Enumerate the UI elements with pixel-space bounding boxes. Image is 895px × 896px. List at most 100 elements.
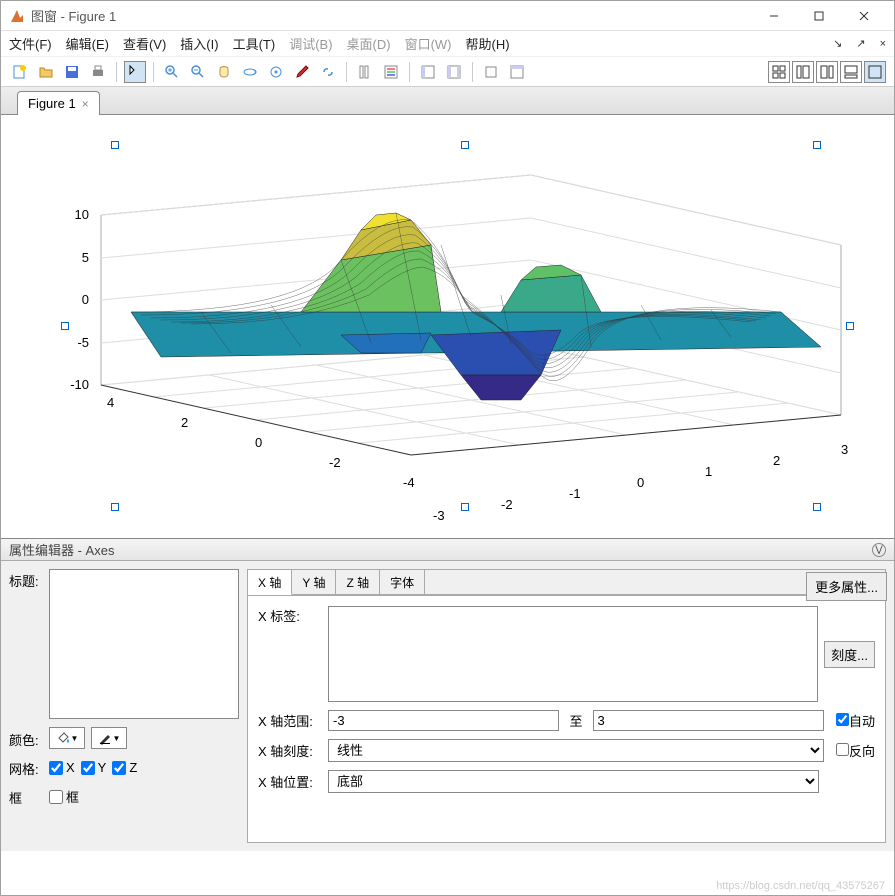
pen-icon xyxy=(98,731,112,745)
x-tick: -3 xyxy=(433,508,445,523)
insert-colorbar-button[interactable] xyxy=(354,61,376,83)
figure-tab-bar: Figure 1 × xyxy=(1,87,894,115)
grid-label: 网格: xyxy=(9,757,43,778)
menu-view[interactable]: 查看(V) xyxy=(123,34,166,53)
menu-help[interactable]: 帮助(H) xyxy=(466,34,510,53)
y-tick: 4 xyxy=(107,395,114,410)
menu-window[interactable]: 窗口(W) xyxy=(405,34,452,53)
x-tick: -1 xyxy=(569,486,581,501)
dock-button[interactable] xyxy=(506,61,528,83)
property-editor-panel: 标题: 颜色: ▼ ▼ 网格: X Y Z 框 框 更多属性... xyxy=(1,561,894,851)
x-location-label: X 轴位置: xyxy=(258,772,322,791)
dock-out-icon[interactable]: ↗ xyxy=(856,37,865,50)
close-button[interactable] xyxy=(841,1,886,31)
y-tick: 0 xyxy=(255,435,262,450)
plot-area[interactable]: 10 5 0 -5 -10 4 2 0 -2 -4 -3 -2 -1 0 1 2… xyxy=(1,115,894,539)
paint-bucket-icon xyxy=(56,731,70,745)
z-tick: 5 xyxy=(82,250,89,265)
tab-y-axis[interactable]: Y 轴 xyxy=(292,570,336,595)
layout-bottom-button[interactable] xyxy=(840,61,862,83)
x-scale-label: X 轴刻度: xyxy=(258,741,322,760)
menu-insert[interactable]: 插入(I) xyxy=(180,34,218,53)
property-editor-header: 属性编辑器 - Axes ⋁ xyxy=(1,539,894,561)
zoom-in-button[interactable] xyxy=(161,61,183,83)
x-location-select[interactable]: 底部 xyxy=(328,770,819,793)
maximize-button[interactable] xyxy=(796,1,841,31)
print-button[interactable] xyxy=(87,61,109,83)
tab-z-axis[interactable]: Z 轴 xyxy=(336,570,380,595)
new-figure-button[interactable] xyxy=(9,61,31,83)
box-label: 框 xyxy=(9,786,43,807)
box-checkbox[interactable]: 框 xyxy=(49,787,79,806)
x-tick: 3 xyxy=(841,442,848,457)
x-tick: 1 xyxy=(705,464,712,479)
menu-tools[interactable]: 工具(T) xyxy=(233,34,276,53)
menu-file[interactable]: 文件(F) xyxy=(9,34,52,53)
show-plot-tools-button[interactable] xyxy=(443,61,465,83)
x-scale-select[interactable]: 线性 xyxy=(328,739,824,762)
menu-edit[interactable]: 编辑(E) xyxy=(66,34,109,53)
dock-in-icon[interactable]: ↘ xyxy=(833,37,842,50)
grid-x-checkbox[interactable]: X xyxy=(49,760,75,775)
pan-button[interactable] xyxy=(213,61,235,83)
x-auto-checkbox[interactable]: 自动 xyxy=(836,711,875,730)
zoom-out-button[interactable] xyxy=(187,61,209,83)
window-titlebar: 图窗 - Figure 1 xyxy=(1,1,894,31)
link-button[interactable] xyxy=(317,61,339,83)
toolbar xyxy=(1,57,894,87)
fill-color-button[interactable]: ▼ xyxy=(49,727,85,749)
color-label: 颜色: xyxy=(9,728,43,749)
ticks-button[interactable]: 刻度... xyxy=(824,641,875,668)
menu-desktop[interactable]: 桌面(D) xyxy=(347,34,391,53)
y-tick: 2 xyxy=(181,415,188,430)
rotate-3d-button[interactable] xyxy=(239,61,261,83)
z-tick: 0 xyxy=(82,292,89,307)
x-range-min-input[interactable] xyxy=(328,710,559,731)
range-to-label: 至 xyxy=(565,711,586,730)
insert-legend-button[interactable] xyxy=(380,61,402,83)
axes-basic-properties: 标题: 颜色: ▼ ▼ 网格: X Y Z 框 框 xyxy=(9,569,239,843)
menu-debug[interactable]: 调试(B) xyxy=(289,34,332,53)
y-tick: -2 xyxy=(329,455,341,470)
grid-z-checkbox[interactable]: Z xyxy=(112,760,137,775)
title-label: 标题: xyxy=(9,569,43,590)
title-input[interactable] xyxy=(49,569,239,719)
x-range-label: X 轴范围: xyxy=(258,711,322,730)
grid-y-checkbox[interactable]: Y xyxy=(81,760,107,775)
z-tick: -10 xyxy=(70,377,89,392)
tab-x-axis[interactable]: X 轴 xyxy=(248,570,292,595)
brush-button[interactable] xyxy=(291,61,313,83)
x-tick: -2 xyxy=(501,497,513,512)
window-title: 图窗 - Figure 1 xyxy=(31,6,751,25)
layout-right-button[interactable] xyxy=(816,61,838,83)
toggle-button-1[interactable] xyxy=(480,61,502,83)
layout-left-button[interactable] xyxy=(792,61,814,83)
x-tick: 2 xyxy=(773,453,780,468)
edit-plot-button[interactable] xyxy=(124,61,146,83)
data-cursor-button[interactable] xyxy=(265,61,287,83)
collapse-icon[interactable]: ⋁ xyxy=(872,543,886,557)
x-range-max-input[interactable] xyxy=(593,710,824,731)
open-button[interactable] xyxy=(35,61,57,83)
x-reverse-checkbox[interactable]: 反向 xyxy=(836,741,875,760)
layout-single-button[interactable] xyxy=(864,61,886,83)
close-panel-icon[interactable]: × xyxy=(880,38,886,50)
save-button[interactable] xyxy=(61,61,83,83)
axis-properties-panel: 更多属性... X 轴 Y 轴 Z 轴 字体 X 标签: 刻度... X 轴范围… xyxy=(247,569,886,843)
figure-tab[interactable]: Figure 1 × xyxy=(17,91,100,115)
menu-bar: 文件(F) 编辑(E) 查看(V) 插入(I) 工具(T) 调试(B) 桌面(D… xyxy=(1,31,894,57)
x-tick: 0 xyxy=(637,475,644,490)
more-properties-button[interactable]: 更多属性... xyxy=(806,572,887,601)
tab-label: Figure 1 xyxy=(28,96,76,111)
axis-tabs: X 轴 Y 轴 Z 轴 字体 xyxy=(248,570,885,596)
z-tick: -5 xyxy=(77,335,89,350)
y-tick: -4 xyxy=(403,475,415,490)
x-label-input[interactable] xyxy=(328,606,818,702)
layout-grid-button[interactable] xyxy=(768,61,790,83)
tab-close-icon[interactable]: × xyxy=(82,97,89,111)
minimize-button[interactable] xyxy=(751,1,796,31)
line-color-button[interactable]: ▼ xyxy=(91,727,127,749)
tab-font[interactable]: 字体 xyxy=(380,570,425,595)
hide-plot-tools-button[interactable] xyxy=(417,61,439,83)
property-editor-title: 属性编辑器 - Axes xyxy=(9,540,114,559)
